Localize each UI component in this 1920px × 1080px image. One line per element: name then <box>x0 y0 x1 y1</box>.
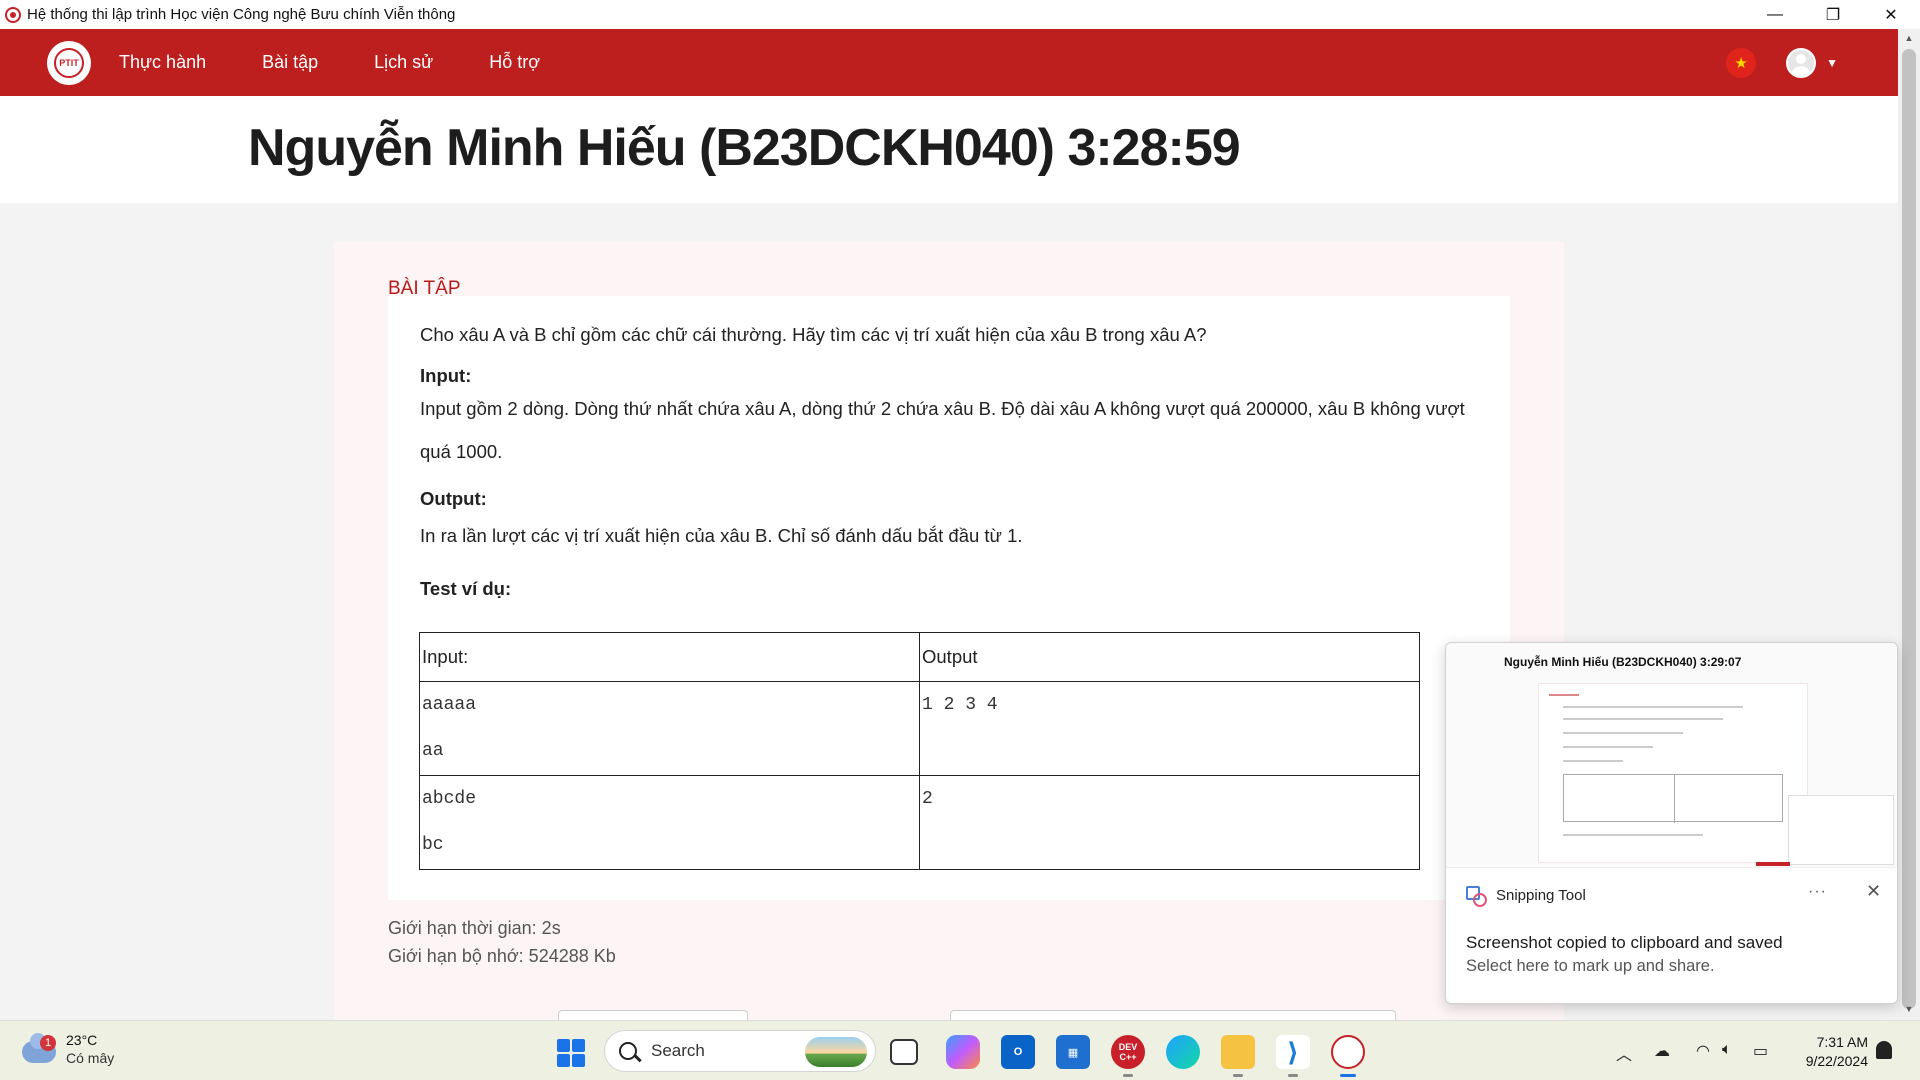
table-cell-output: 1 2 3 4 <box>919 681 1420 776</box>
example-heading: Test ví dụ: <box>420 578 512 599</box>
input-heading: Input: <box>420 365 472 386</box>
vscode-icon[interactable]: ⟩ <box>1276 1035 1310 1069</box>
preview-title: Nguyễn Minh Hiếu (B23DCKH040) 3:29:07 <box>1504 655 1742 669</box>
windows-taskbar: 1 23°C Có mây Search O ▦ DEV C++ ⟩ ︿ ☁ ◠… <box>0 1020 1920 1080</box>
table-cell-input: aaaaa aa <box>419 681 920 776</box>
toast-message: Screenshot copied to clipboard and saved <box>1466 933 1783 952</box>
input-line: bc <box>422 835 444 855</box>
taskbar-search[interactable]: Search <box>604 1030 876 1072</box>
outlook-icon[interactable]: O <box>1001 1035 1035 1069</box>
close-window-button[interactable]: ✕ <box>1862 0 1920 29</box>
output-heading: Output: <box>420 488 487 509</box>
wifi-icon[interactable]: ◠ <box>1696 1041 1710 1061</box>
table-row: aaaaa aa 1 2 3 4 <box>419 681 1420 776</box>
clock-date: 9/22/2024 <box>1805 1053 1868 1069</box>
edge-icon[interactable] <box>1166 1035 1200 1069</box>
chevron-up-icon[interactable]: ︿ <box>1616 1041 1632 1065</box>
file-explorer-icon[interactable] <box>1221 1035 1255 1069</box>
table-header-row: Input: Output <box>419 632 1420 682</box>
output-line: 1 2 3 4 <box>922 695 998 715</box>
dev-cpp-icon[interactable]: DEV C++ <box>1111 1035 1145 1069</box>
system-clock[interactable]: 7:31 AM 9/22/2024 <box>1796 1033 1868 1071</box>
cloud-icon: 1 <box>22 1033 56 1063</box>
search-highlight-art <box>805 1037 867 1067</box>
table-cell-input: abcde bc <box>419 775 920 870</box>
toast-header: Snipping Tool ··· ✕ <box>1446 871 1897 919</box>
start-button[interactable] <box>557 1039 585 1067</box>
onedrive-icon[interactable]: ☁ <box>1654 1041 1670 1061</box>
search-icon <box>619 1042 637 1060</box>
window-controls: — ❐ ✕ <box>1746 0 1920 29</box>
window-title: Hệ thống thi lập trình Học viện Công ngh… <box>27 6 456 23</box>
output-line: 2 <box>922 789 933 809</box>
ptit-app-icon <box>5 6 21 23</box>
input-description-line1: Input gồm 2 dòng. Dòng thứ nhất chứa xâu… <box>420 398 1465 419</box>
toast-sub-message: Select here to mark up and share. <box>1466 957 1715 975</box>
problem-card: BÀI TẬP Cho xâu A và B chỉ gồm các chữ c… <box>334 242 1564 1022</box>
snipping-tool-notification[interactable]: Nguyễn Minh Hiếu (B23DCKH040) 3:29:07 Sn… <box>1445 642 1898 1004</box>
page-title: Nguyễn Minh Hiếu (B23DCKH040) 3:28:59 <box>248 119 1241 177</box>
input-line: abcde <box>422 789 477 809</box>
screenshot-preview[interactable]: Nguyễn Minh Hiếu (B23DCKH040) 3:29:07 <box>1446 643 1897 868</box>
preview-page <box>1538 683 1808 863</box>
table-header-output: Output <box>919 632 1420 682</box>
header-band: Nguyễn Minh Hiếu (B23DCKH040) 3:28:59 <box>0 96 1898 203</box>
battery-icon[interactable]: ▭ <box>1753 1041 1768 1061</box>
ptit-logo[interactable]: PTIT <box>47 40 91 85</box>
problem-statement-box: Cho xâu A và B chỉ gồm các chữ cái thườn… <box>388 296 1510 900</box>
table-cell-output: 2 <box>919 775 1420 870</box>
input-description-line2: quá 1000. <box>420 441 503 462</box>
nav-item-history[interactable]: Lịch sử <box>374 52 433 73</box>
restore-button[interactable]: ❐ <box>1804 0 1862 29</box>
nav-item-exercises[interactable]: Bài tập <box>262 52 318 73</box>
notification-badge: 1 <box>40 1035 56 1051</box>
output-description: In ra lần lượt các vị trí xuất hiện của … <box>420 525 1023 546</box>
chevron-down-icon[interactable]: ▼ <box>1826 56 1838 70</box>
vietnam-flag-icon[interactable]: ★ <box>1726 47 1757 78</box>
nav-item-practice[interactable]: Thực hành <box>119 52 206 73</box>
volume-icon[interactable]: 🔈︎ <box>1722 1041 1732 1059</box>
vertical-scrollbar[interactable]: ▲ ▼ <box>1898 29 1920 1019</box>
scroll-down-arrow-icon[interactable]: ▼ <box>1898 1004 1920 1014</box>
ptit-app-icon[interactable] <box>1331 1035 1365 1069</box>
clock-time: 7:31 AM <box>1816 1034 1868 1050</box>
table-row: abcde bc 2 <box>419 775 1420 870</box>
top-navbar: PTIT Thực hành Bài tập Lịch sử Hỗ trợ ★ … <box>0 29 1898 96</box>
example-table: Input: Output aaaaa aa 1 2 3 4 abcde bc … <box>419 632 1420 870</box>
copilot-icon[interactable] <box>946 1035 980 1069</box>
scroll-up-arrow-icon[interactable]: ▲ <box>1898 33 1920 43</box>
scroll-thumb[interactable] <box>1902 49 1916 1009</box>
nav-item-support[interactable]: Hỗ trợ <box>489 52 540 73</box>
weather-widget[interactable]: 1 23°C Có mây <box>22 1031 114 1067</box>
input-line: aa <box>422 741 444 761</box>
minimize-button[interactable]: — <box>1746 0 1804 29</box>
microsoft-store-icon[interactable]: ▦ <box>1056 1035 1090 1069</box>
problem-statement: Cho xâu A và B chỉ gồm các chữ cái thườn… <box>420 324 1207 345</box>
window-titlebar: Hệ thống thi lập trình Học viện Công ngh… <box>0 0 1920 29</box>
weather-condition: Có mây <box>66 1050 115 1066</box>
notification-bell-icon[interactable] <box>1876 1041 1892 1059</box>
weather-temperature: 23°C <box>66 1032 98 1048</box>
preview-overlay <box>1788 795 1894 865</box>
search-label: Search <box>651 1041 705 1060</box>
memory-limit: Giới hạn bộ nhớ: 524288 Kb <box>388 946 616 966</box>
close-icon[interactable]: ✕ <box>1866 881 1881 902</box>
logo-text: PTIT <box>54 47 84 78</box>
table-header-input: Input: <box>419 632 920 682</box>
user-avatar-icon[interactable] <box>1786 47 1817 78</box>
snipping-tool-icon <box>1466 886 1487 907</box>
input-line: aaaaa <box>422 695 477 715</box>
more-options-icon[interactable]: ··· <box>1808 883 1827 901</box>
time-limit: Giới hạn thời gian: 2s <box>388 918 561 938</box>
toast-app-name: Snipping Tool <box>1496 886 1586 904</box>
task-view-icon[interactable] <box>890 1039 918 1065</box>
